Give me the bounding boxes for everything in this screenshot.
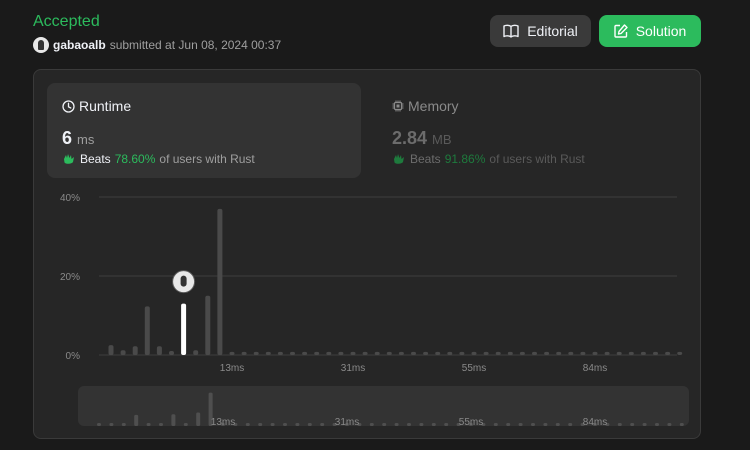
minimap-bar <box>543 423 548 426</box>
submission-info: gabaoalb submitted at Jun 08, 2024 00:37 <box>33 37 281 53</box>
minimap-bar <box>679 423 684 426</box>
solution-label: Solution <box>635 23 687 39</box>
minimap-bar <box>320 423 325 426</box>
minimap-bar <box>555 423 560 426</box>
minimap-bar <box>518 423 523 426</box>
minimap-bar <box>493 423 498 426</box>
minimap-bar <box>295 423 300 426</box>
minimap-bar <box>431 423 436 426</box>
minimap-bar <box>283 423 287 426</box>
minimap-x-tick-label: 13ms <box>211 417 235 428</box>
submission-header: Accepted gabaoalb submitted at Jun 08, 2… <box>33 12 281 53</box>
solution-button[interactable]: Solution <box>599 15 701 47</box>
minimap-bar <box>655 423 659 426</box>
minimap-x-tick-label: 55ms <box>459 417 483 428</box>
minimap-bar <box>134 414 139 426</box>
minimap-bar <box>394 423 399 426</box>
editorial-label: Editorial <box>527 23 578 39</box>
minimap-bar <box>382 423 387 426</box>
edit-icon <box>614 24 628 38</box>
minimap-bar <box>444 423 449 426</box>
minimap-bar <box>667 423 672 426</box>
minimap-bar <box>97 423 101 426</box>
minimap-bar <box>369 423 374 426</box>
minimap-bar <box>568 423 573 426</box>
minimap-bar <box>171 414 176 426</box>
minimap-bar <box>419 423 424 426</box>
minimap-bar <box>159 423 163 426</box>
book-icon <box>503 24 519 38</box>
minimap-bar <box>531 423 535 426</box>
minimap-bar <box>407 423 411 426</box>
minimap-bar <box>183 423 188 426</box>
minimap-bar <box>617 423 622 426</box>
minimap-bar <box>245 423 250 426</box>
status-accepted: Accepted <box>33 13 100 30</box>
minimap-bar <box>642 423 647 426</box>
minimap-bar <box>270 423 275 426</box>
minimap-bar <box>146 423 151 426</box>
minimap-bar <box>121 423 126 426</box>
minimap-bar <box>258 423 263 426</box>
username-link[interactable]: gabaoalb <box>53 38 106 52</box>
range-minimap: 13ms 31ms 55ms 84ms <box>97 392 684 428</box>
minimap-bar <box>307 423 312 426</box>
submitted-at-text: submitted at Jun 08, 2024 00:37 <box>109 38 282 52</box>
minimap-x-tick-label: 31ms <box>335 417 359 428</box>
editorial-button[interactable]: Editorial <box>490 15 591 47</box>
minimap-bar <box>196 412 201 426</box>
avatar[interactable] <box>33 37 49 53</box>
minimap-bar <box>506 423 511 426</box>
minimap-bar <box>109 423 114 426</box>
minimap-bar <box>630 423 635 426</box>
minimap-x-tick-label: 84ms <box>583 417 607 428</box>
performance-panel: Runtime 6 ms Beats 78.60% of users with … <box>33 69 701 439</box>
